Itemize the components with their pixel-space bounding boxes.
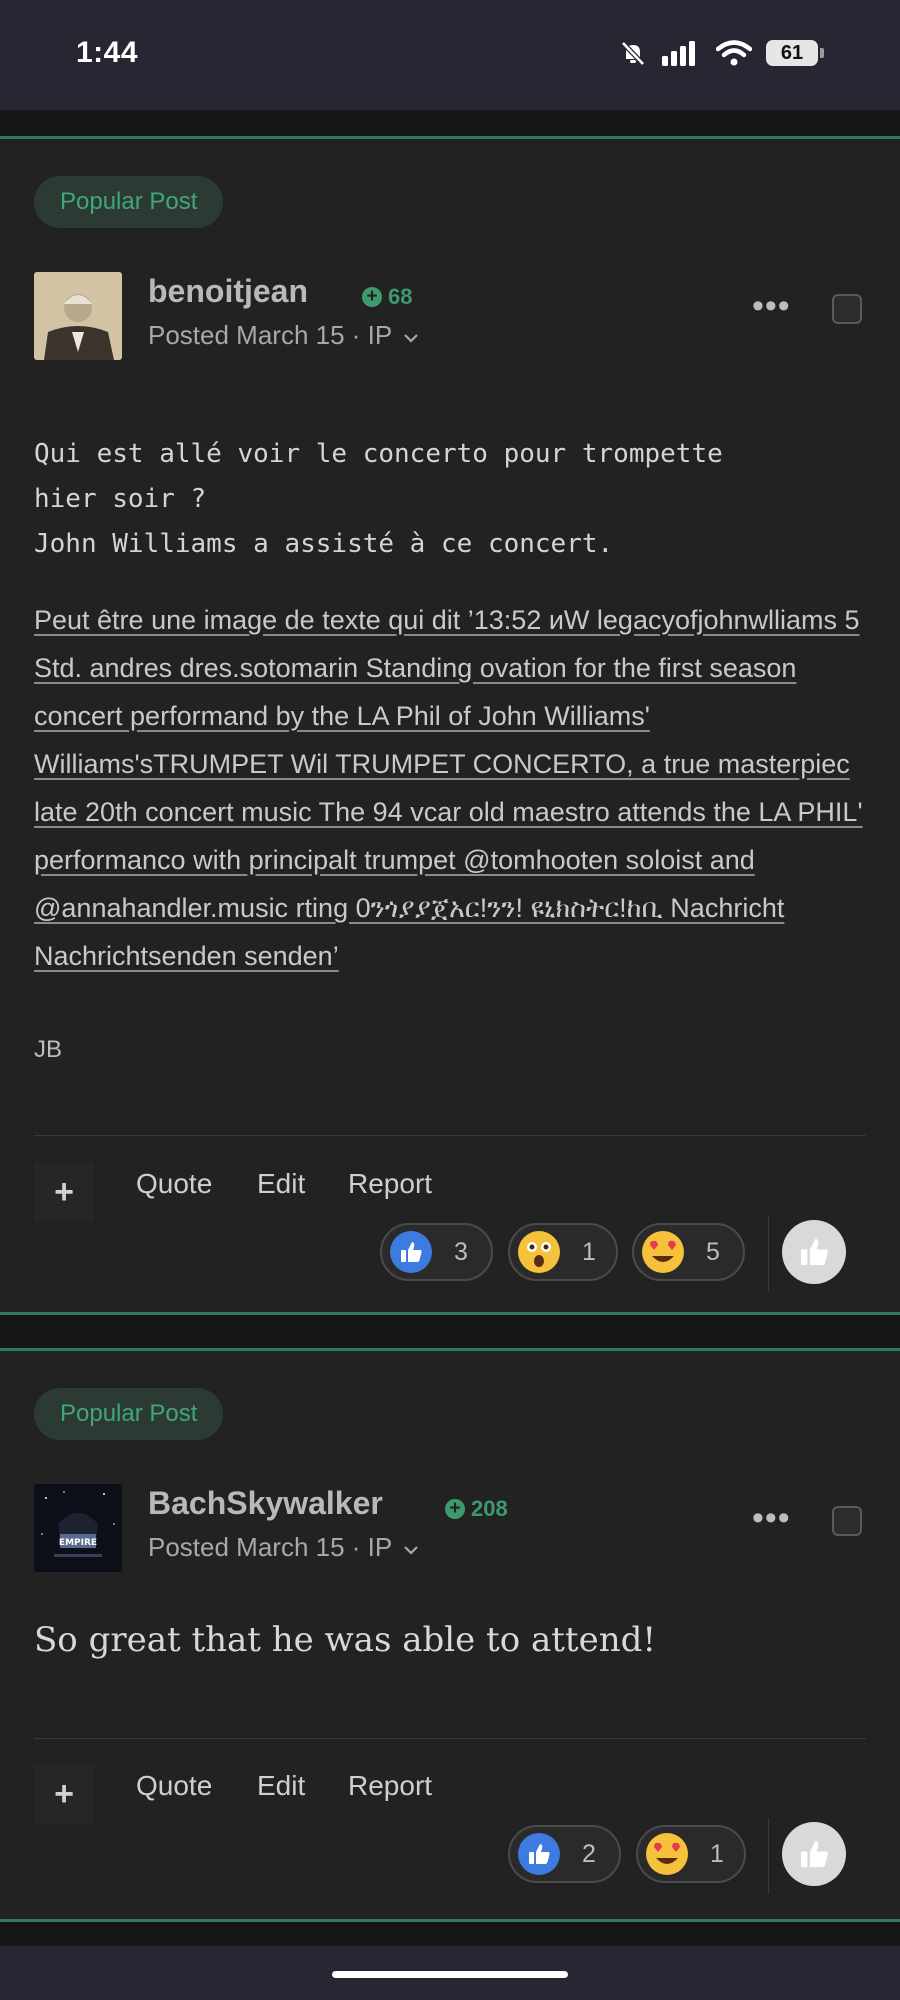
plus-circle-icon: + bbox=[362, 287, 382, 307]
status-bar: 1:44 61 bbox=[0, 0, 900, 110]
post-date-text: Posted March 15 · IP bbox=[148, 320, 392, 350]
like-button[interactable] bbox=[782, 1822, 846, 1886]
edit-button[interactable]: Edit bbox=[257, 1168, 305, 1200]
report-button[interactable]: Report bbox=[348, 1770, 432, 1802]
reaction-love[interactable]: 1 bbox=[636, 1825, 746, 1883]
body-line: Qui est allé voir le concerto pour tromp… bbox=[34, 439, 723, 469]
add-button[interactable]: + bbox=[34, 1162, 94, 1222]
reaction-love[interactable]: 5 bbox=[632, 1223, 745, 1281]
reaction-count: 5 bbox=[706, 1237, 720, 1266]
thumbs-up-icon bbox=[518, 1833, 560, 1875]
thumbs-up-icon bbox=[800, 1840, 828, 1868]
reputation-count: 208 bbox=[471, 1496, 508, 1521]
popular-post-badge: Popular Post bbox=[34, 176, 224, 228]
edit-button[interactable]: Edit bbox=[257, 1770, 305, 1802]
thumbs-up-icon bbox=[390, 1231, 432, 1273]
quote-button[interactable]: Quote bbox=[136, 1168, 212, 1200]
status-icons: 61 bbox=[618, 38, 824, 68]
post-1: Popular Post benoitjean + 68 Posted Marc… bbox=[0, 136, 900, 1315]
plus-circle-icon: + bbox=[445, 1499, 465, 1519]
divider bbox=[34, 1738, 866, 1739]
home-indicator[interactable] bbox=[332, 1971, 568, 1978]
post-bottom-border bbox=[0, 1919, 900, 1922]
image-alt-link[interactable]: Peut être une image de texte qui dit ’13… bbox=[34, 596, 870, 980]
body-line: John Williams a assisté à ce concert. bbox=[34, 529, 614, 559]
post-body: Qui est allé voir le concerto pour tromp… bbox=[34, 432, 723, 567]
post-2: Popular Post EMPIRE BachSkywalker + 208 … bbox=[0, 1348, 900, 1922]
body-line: hier soir ? bbox=[34, 484, 207, 514]
reputation-badge: + 208 bbox=[445, 1496, 508, 1522]
battery-level: 61 bbox=[780, 41, 804, 64]
reaction-count: 2 bbox=[582, 1839, 596, 1868]
divider bbox=[34, 1135, 866, 1136]
post-bottom-border bbox=[0, 1312, 900, 1315]
author-name[interactable]: benoitjean bbox=[148, 273, 308, 310]
astonished-face-icon bbox=[518, 1231, 560, 1273]
heart-eyes-icon bbox=[642, 1231, 684, 1273]
avatar[interactable]: EMPIRE bbox=[34, 1484, 122, 1572]
mute-bell-icon bbox=[621, 41, 645, 66]
author-name[interactable]: BachSkywalker bbox=[148, 1485, 383, 1522]
popular-post-badge: Popular Post bbox=[34, 1388, 224, 1440]
reaction-like[interactable]: 2 bbox=[508, 1825, 621, 1883]
wifi-icon bbox=[716, 40, 752, 66]
more-options-icon[interactable]: ••• bbox=[752, 1501, 791, 1535]
reaction-count: 1 bbox=[582, 1237, 596, 1266]
chevron-down-icon bbox=[404, 334, 418, 343]
reputation-count: 68 bbox=[388, 284, 413, 309]
cellular-signal-icon bbox=[662, 41, 695, 66]
thumbs-up-icon bbox=[800, 1238, 828, 1266]
reaction-like[interactable]: 3 bbox=[380, 1223, 493, 1281]
post-select-checkbox[interactable] bbox=[832, 294, 862, 324]
post-date-text: Posted March 15 · IP bbox=[148, 1532, 392, 1562]
heart-eyes-icon bbox=[646, 1833, 688, 1875]
battery-icon: 61 bbox=[766, 40, 824, 66]
svg-text:EMPIRE: EMPIRE bbox=[59, 1538, 97, 1548]
avatar[interactable] bbox=[34, 272, 122, 360]
post-top-border bbox=[0, 1348, 900, 1351]
signature: JB bbox=[34, 1036, 63, 1063]
reaction-separator bbox=[768, 1216, 769, 1292]
report-button[interactable]: Report bbox=[348, 1168, 432, 1200]
like-button[interactable] bbox=[782, 1220, 846, 1284]
reaction-separator bbox=[768, 1818, 769, 1894]
quote-button[interactable]: Quote bbox=[136, 1770, 212, 1802]
status-time: 1:44 bbox=[76, 36, 139, 69]
post-date[interactable]: Posted March 15 · IP bbox=[148, 1532, 419, 1563]
more-options-icon[interactable]: ••• bbox=[752, 289, 791, 323]
post-date[interactable]: Posted March 15 · IP bbox=[148, 320, 419, 351]
chevron-down-icon bbox=[404, 1546, 418, 1555]
post-top-border bbox=[0, 136, 900, 139]
post-body: So great that he was able to attend! bbox=[34, 1620, 657, 1660]
reputation-badge: + 68 bbox=[362, 284, 412, 310]
reaction-count: 3 bbox=[454, 1237, 468, 1266]
add-button[interactable]: + bbox=[34, 1764, 94, 1824]
reaction-count: 1 bbox=[710, 1839, 724, 1868]
post-select-checkbox[interactable] bbox=[832, 1506, 862, 1536]
reaction-wow[interactable]: 1 bbox=[508, 1223, 618, 1281]
